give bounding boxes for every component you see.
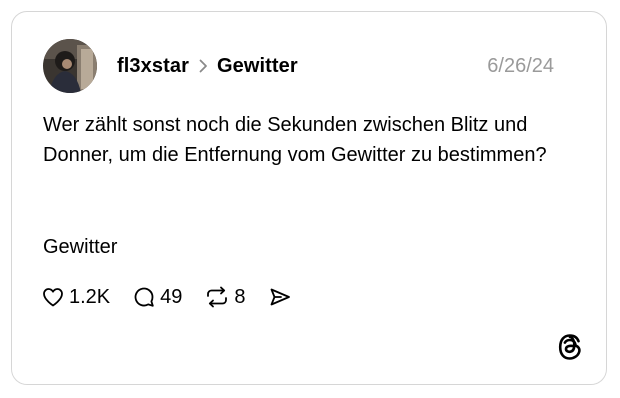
- like-button[interactable]: 1.2K: [41, 285, 110, 309]
- threads-logo-icon: [557, 333, 583, 361]
- repost-count: 8: [234, 285, 246, 308]
- chevron-right-icon: [199, 59, 208, 73]
- repost-button[interactable]: 8: [204, 285, 246, 309]
- post-card: fl3xstar Gewitter 6/26/24 Wer zählt sons…: [11, 11, 607, 385]
- reply-count: 49: [160, 285, 183, 308]
- repost-arrows-icon: [207, 286, 228, 308]
- heart-icon: [43, 288, 63, 307]
- author-name[interactable]: fl3xstar: [117, 55, 189, 78]
- reply-button[interactable]: 49: [132, 285, 182, 309]
- avatar[interactable]: [43, 39, 97, 93]
- post-date: 6/26/24: [487, 54, 554, 77]
- share-button[interactable]: [268, 285, 296, 309]
- send-icon: [270, 288, 290, 306]
- action-bar: 1.2K 49 8: [41, 282, 318, 312]
- post-body: Wer zählt sonst noch die Sekunden zwisch…: [43, 114, 547, 166]
- speech-bubble-icon: [134, 287, 154, 307]
- topic-link[interactable]: Gewitter: [217, 55, 298, 78]
- topic-tag[interactable]: Gewitter: [43, 232, 117, 262]
- post-header: fl3xstar Gewitter: [117, 52, 298, 80]
- like-count: 1.2K: [69, 285, 111, 308]
